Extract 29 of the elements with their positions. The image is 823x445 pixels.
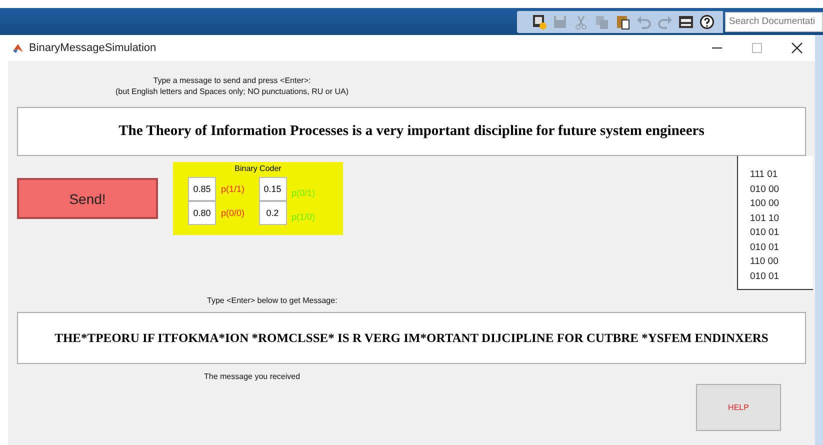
list-item[interactable]: 010 00 bbox=[750, 182, 813, 197]
probability-label: p(1/1) bbox=[221, 184, 245, 194]
list-item[interactable]: 010 01 bbox=[750, 270, 813, 284]
caption-text: The message you received bbox=[204, 372, 300, 381]
list-item[interactable]: 010 01 bbox=[750, 226, 813, 240]
list-item[interactable]: 010 01 bbox=[750, 240, 813, 255]
list-item[interactable]: 101 10 bbox=[750, 212, 813, 226]
probability-field[interactable]: 0.2 bbox=[258, 201, 287, 225]
instruction-text: Type <Enter> below to get Message: bbox=[207, 296, 338, 305]
code-listbox[interactable]: 111 01 010 00 100 00 101 10 010 01 010 01 110 00 010 01 bbox=[737, 156, 813, 290]
list-item[interactable]: 111 01 bbox=[750, 168, 813, 182]
instruction-text: (but English letters and Spaces only; NO punctuations, RU or UA) bbox=[116, 86, 348, 97]
list-item[interactable]: 110 00 bbox=[750, 255, 813, 270]
list-item[interactable]: 100 00 bbox=[750, 197, 813, 212]
close-icon[interactable] bbox=[791, 42, 803, 54]
probability-label: p(1/0) bbox=[292, 212, 316, 222]
instruction-text: Type a message to send and press <Enter>: bbox=[153, 75, 311, 86]
received-message-field[interactable]: THE*TPEORU IF ITFOKMA*ION *ROMCLSSE* IS R VERG IM*ORTANT DIJCIPLINE FOR CUTBRE *YSFEM ENDINXERS bbox=[17, 312, 806, 364]
probability-field[interactable]: 0.85 bbox=[188, 177, 216, 201]
probability-field[interactable]: 0.80 bbox=[188, 201, 216, 225]
send-button[interactable]: Send! bbox=[17, 178, 158, 219]
window-title: BinaryMessageSimulation bbox=[29, 42, 156, 54]
probability-label: p(0/1) bbox=[292, 188, 316, 198]
panel-title: Binary Coder bbox=[234, 164, 282, 173]
message-field[interactable]: The Theory of Information Processes is a very important discipline for future system engineers bbox=[17, 107, 806, 156]
probability-field[interactable]: 0.15 bbox=[258, 177, 287, 201]
search-field[interactable]: Search Documentati bbox=[725, 12, 823, 32]
matlab-logo-icon bbox=[12, 42, 24, 54]
probability-label: p(0/0) bbox=[221, 208, 245, 218]
